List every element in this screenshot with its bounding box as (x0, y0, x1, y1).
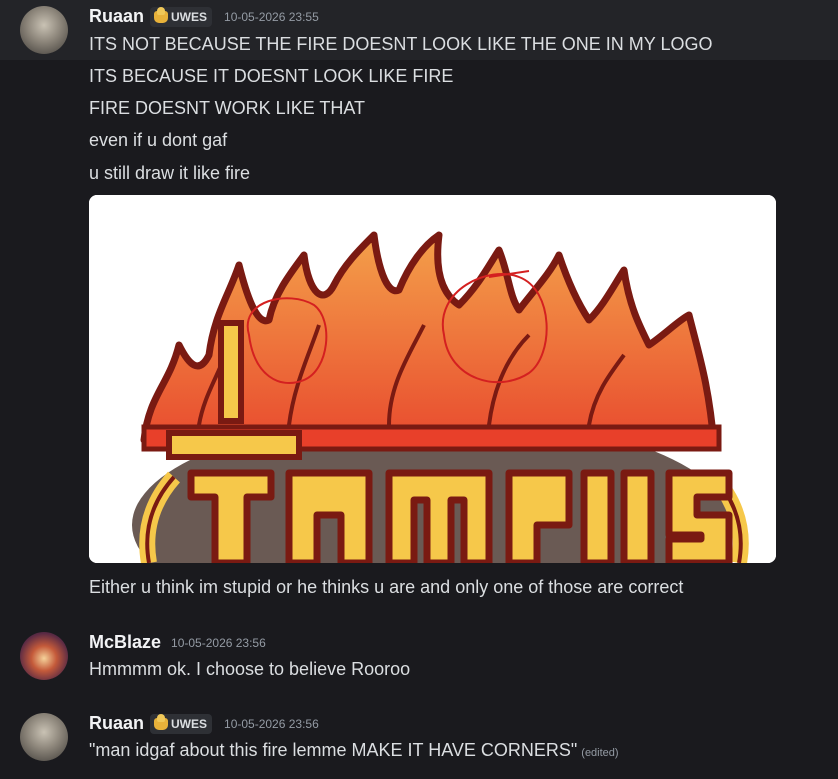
message-header: McBlaze 10-05-2026 23:56 (89, 632, 266, 653)
message-text-content: "man idgaf about this fire lemme MAKE IT… (89, 740, 578, 760)
message-text: u still draw it like fire (89, 163, 251, 183)
crown-icon (154, 713, 169, 730)
message-text: Hmmmm ok. I choose to believe Rooroo (89, 659, 411, 679)
avatar[interactable] (20, 713, 68, 761)
message-text: Either u think im stupid or he thinks u … (89, 577, 684, 597)
guild-tag[interactable]: UWES (150, 713, 213, 734)
guild-tag[interactable]: UWES (150, 6, 213, 27)
timestamp: 10-05-2026 23:56 (224, 716, 319, 731)
crown-icon (154, 6, 169, 23)
message-text: FIRE DOESNT WORK LIKE THAT (89, 98, 366, 118)
guild-tag-label: UWES (171, 9, 208, 24)
guild-tag-label: UWES (171, 716, 208, 731)
message-header: Ruaan UWES 10-05-2026 23:56 (89, 713, 319, 734)
timestamp: 10-05-2026 23:55 (224, 9, 319, 24)
avatar[interactable] (20, 632, 68, 680)
message-header: Ruaan UWES 10-05-2026 23:55 (89, 6, 319, 27)
username[interactable]: Ruaan (89, 713, 144, 734)
campus-logo-image (89, 195, 776, 563)
image-attachment[interactable] (89, 195, 776, 563)
message-text: ITS BECAUSE IT DOESNT LOOK LIKE FIRE (89, 66, 454, 86)
message-text: ITS NOT BECAUSE THE FIRE DOESNT LOOK LIK… (89, 34, 713, 54)
username[interactable]: Ruaan (89, 6, 144, 27)
avatar[interactable] (20, 6, 68, 54)
username[interactable]: McBlaze (89, 632, 161, 653)
edited-label: (edited) (581, 747, 619, 759)
message-text: even if u dont gaf (89, 130, 228, 150)
message-text: "man idgaf about this fire lemme MAKE IT… (89, 740, 619, 761)
timestamp: 10-05-2026 23:56 (171, 635, 266, 650)
